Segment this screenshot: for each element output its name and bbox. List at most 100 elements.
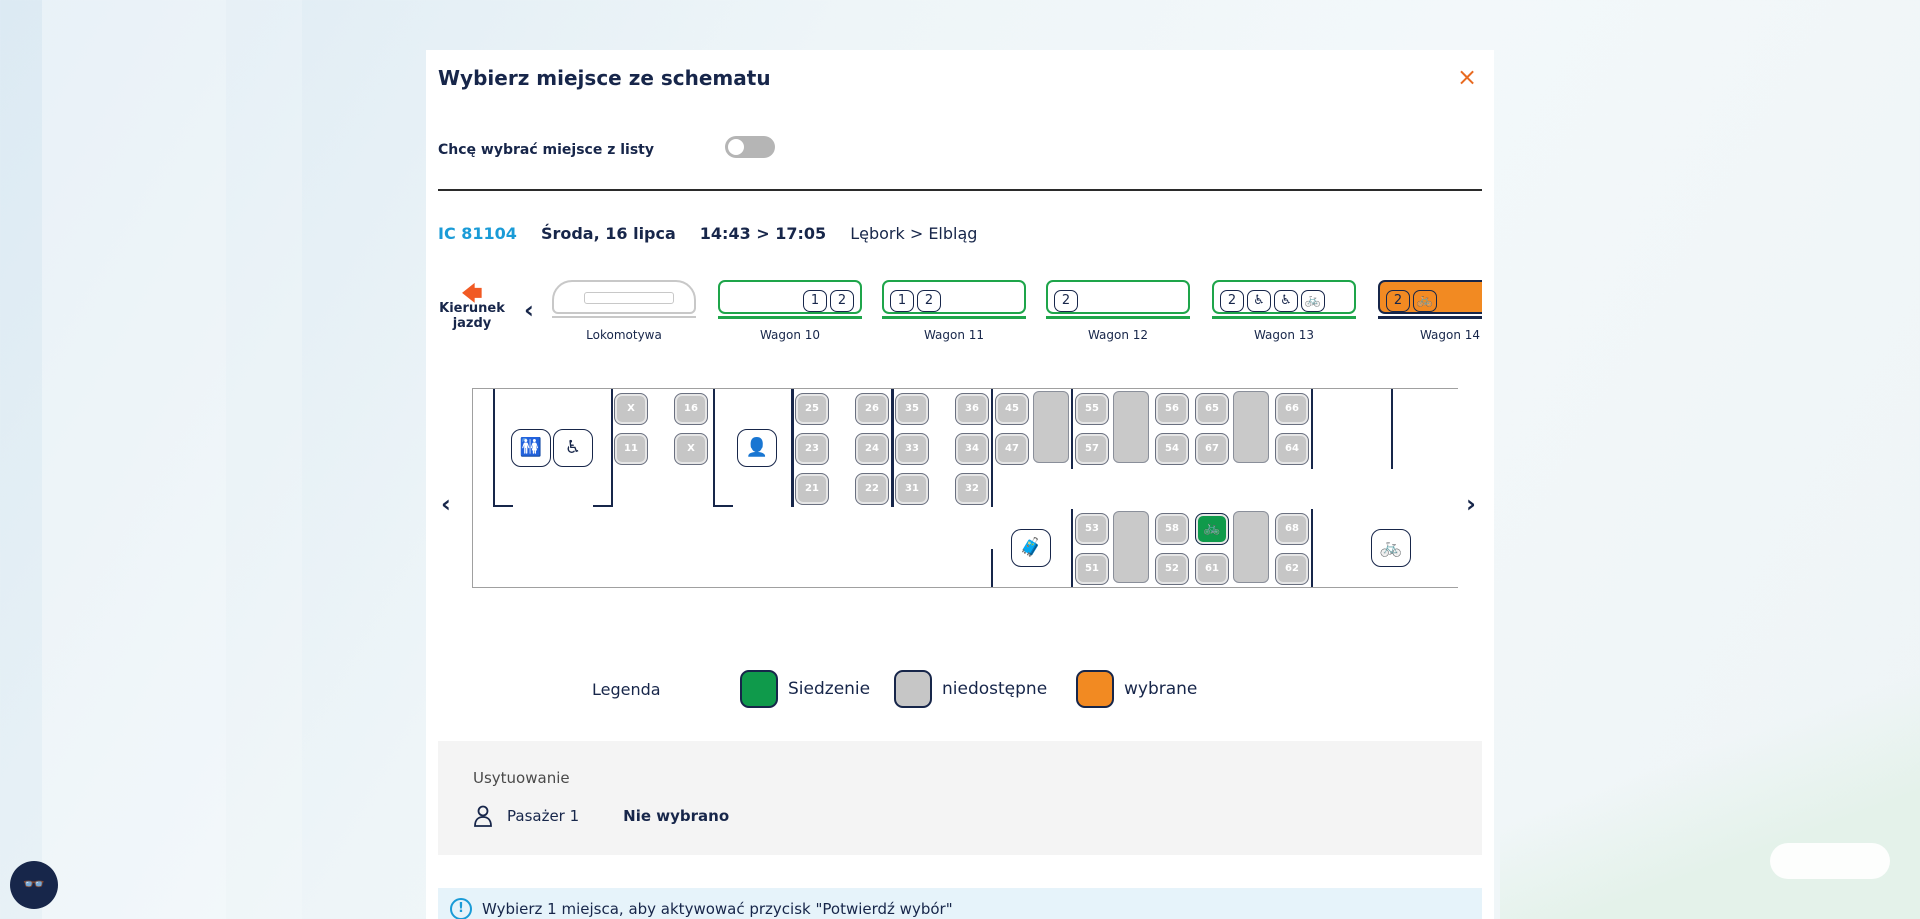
seat-26[interactable]: 26 (855, 393, 889, 425)
wagon-class-icons: 12 (803, 290, 854, 312)
bicycle-icon: 🚲 (1371, 529, 1411, 567)
wall (1311, 389, 1313, 469)
wall (1071, 509, 1073, 587)
seat-64[interactable]: 64 (1275, 433, 1309, 465)
seat-16[interactable]: 16 (674, 393, 708, 425)
seat-55[interactable]: 55 (1075, 393, 1109, 425)
legend-swatch-available (740, 670, 778, 708)
wall (791, 389, 794, 507)
accessibility-button[interactable]: 👓 (10, 861, 58, 909)
seat-31[interactable]: 31 (895, 473, 929, 505)
seat-X[interactable]: X (674, 433, 708, 465)
close-icon[interactable]: × (1456, 65, 1478, 89)
map-next-arrow-icon[interactable]: › (1466, 490, 1476, 518)
trip-info: IC 81104 Środa, 16 lipca 14:43 > 17:05 L… (438, 224, 977, 243)
seat-54[interactable]: 54 (1155, 433, 1189, 465)
wagon-icon: ♿ (1247, 290, 1271, 312)
legend-item-available: Siedzenie (740, 670, 870, 708)
seat-57[interactable]: 57 (1075, 433, 1109, 465)
wall (611, 389, 613, 507)
passenger-seat-value: Nie wybrano (623, 807, 730, 825)
wall (1071, 389, 1073, 469)
seat-62[interactable]: 62 (1275, 553, 1309, 585)
wagon-icon: 🚲 (1301, 290, 1325, 312)
seat-52[interactable]: 52 (1155, 553, 1189, 585)
table (1113, 511, 1149, 583)
direction-label-line1: Kierunek (439, 301, 505, 316)
seat-51[interactable]: 51 (1075, 553, 1109, 585)
seat-56[interactable]: 56 (1155, 393, 1189, 425)
seat-65[interactable]: 65 (1195, 393, 1229, 425)
seat-22[interactable]: 22 (855, 473, 889, 505)
wagon-icon: 2 (1054, 290, 1078, 312)
info-banner: ! Wybierz 1 miejsca, aby aktywować przyc… (438, 888, 1482, 919)
wagon-label: Wagon 14 (1419, 328, 1481, 342)
seat-24[interactable]: 24 (855, 433, 889, 465)
wall (991, 389, 993, 507)
direction-arrow-icon: 🡄 (461, 281, 483, 305)
seat-bicycle-available[interactable]: 🚲 (1195, 513, 1229, 545)
legend-swatch-selected (1076, 670, 1114, 708)
toggle-knob (728, 139, 744, 155)
wagon-icon: 2 (830, 290, 854, 312)
seat-68[interactable]: 68 (1275, 513, 1309, 545)
wagon-selector: Lokomotywa 1 2 Wagon 10 1 2 Wagon 11 2 Wagon 12 2… (552, 276, 1482, 346)
wall (493, 505, 513, 507)
wagon-label: Lokomotywa (586, 328, 662, 342)
seat-58[interactable]: 58 (1155, 513, 1189, 545)
wagon-underline (718, 316, 862, 319)
wall (1311, 509, 1313, 587)
wagon-underline (1212, 316, 1356, 319)
map-prev-arrow-icon[interactable]: ‹ (441, 490, 451, 518)
wall (1391, 389, 1393, 469)
wagon-icon: 2 (1386, 290, 1410, 312)
seat-67[interactable]: 67 (1195, 433, 1229, 465)
wagon-class-icons: 2 🚲 (1386, 290, 1437, 312)
wagon-underline (1046, 316, 1190, 319)
wagon-underline (1378, 316, 1482, 319)
seat-23[interactable]: 23 (795, 433, 829, 465)
wagon-wagon-10[interactable]: 1 2 Wagon 10 (718, 276, 862, 342)
wagon-wagon-12[interactable]: 2 Wagon 12 (1046, 276, 1190, 342)
seat-61[interactable]: 61 (1195, 553, 1229, 585)
wheelchair-icon: ♿ (553, 429, 593, 467)
locomotive-windows (584, 292, 674, 304)
legend-label: niedostępne (942, 679, 1048, 699)
seat-53[interactable]: 53 (1075, 513, 1109, 545)
legend-swatch-unavailable (894, 670, 932, 708)
seat-32[interactable]: 32 (955, 473, 989, 505)
seat-35[interactable]: 35 (895, 393, 929, 425)
wagon-icon: 2 (917, 290, 941, 312)
legend-label: wybrane (1124, 679, 1198, 699)
wall (891, 389, 894, 507)
seat-X[interactable]: X (614, 393, 648, 425)
seat-11[interactable]: 11 (614, 433, 648, 465)
wagon-label: Wagon 10 (759, 328, 821, 342)
wagon-underline (552, 316, 696, 318)
seat-66[interactable]: 66 (1275, 393, 1309, 425)
seat-34[interactable]: 34 (955, 433, 989, 465)
info-text: Wybierz 1 miejsca, aby aktywować przycis… (482, 900, 953, 918)
seat-21[interactable]: 21 (795, 473, 829, 505)
wagon-icon: 2 (1220, 290, 1244, 312)
wall (493, 389, 495, 507)
seat-36[interactable]: 36 (955, 393, 989, 425)
train-number: IC 81104 (438, 224, 517, 243)
list-mode-toggle[interactable] (725, 136, 775, 158)
seat-47[interactable]: 47 (995, 433, 1029, 465)
divider (438, 189, 1482, 191)
wagons-prev-arrow-icon[interactable]: ‹ (524, 296, 534, 324)
wagon-wagon-11[interactable]: 1 2 Wagon 11 (882, 276, 1026, 342)
table (1233, 391, 1269, 463)
wagon-icon: ♿ (1274, 290, 1298, 312)
seat-45[interactable]: 45 (995, 393, 1029, 425)
placement-title: Usytuowanie (473, 769, 570, 787)
passenger-label: Pasażer 1 (507, 807, 580, 825)
seat-25[interactable]: 25 (795, 393, 829, 425)
wagon-wagon-14[interactable]: 2 🚲 Wagon 14 (1378, 276, 1482, 342)
wagon-wagon-13[interactable]: 2 ♿ ♿ 🚲 Wagon 13 (1212, 276, 1356, 342)
seat-33[interactable]: 33 (895, 433, 929, 465)
table (1233, 511, 1269, 583)
wagon-box (552, 280, 696, 314)
wagon-class-icons: 12 (890, 290, 941, 312)
